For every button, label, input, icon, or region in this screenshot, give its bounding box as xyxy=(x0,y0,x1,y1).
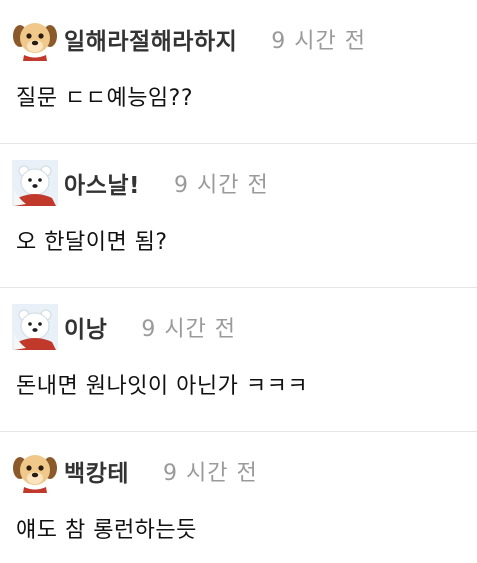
comment-header: 백캉테 9 시간 전 xyxy=(16,432,461,496)
comment-item: 이낭 9 시간 전 돈내면 원나잇이 아닌가 ㅋㅋㅋ xyxy=(0,288,477,432)
comment-header: 일해라절해라하지 9 시간 전 xyxy=(16,0,461,64)
polar-bear-avatar-icon[interactable] xyxy=(12,160,58,206)
comment-timestamp: 9 시간 전 xyxy=(162,461,258,486)
comment-timestamp: 9 시간 전 xyxy=(141,317,237,342)
comment-item: 일해라절해라하지 9 시간 전 질문 ㄷㄷ예능임?? xyxy=(0,0,477,144)
comment-author[interactable]: 아스날! xyxy=(64,166,140,200)
comment-list: 일해라절해라하지 9 시간 전 질문 ㄷㄷ예능임?? 아스날! 9 시간 전 오… xyxy=(0,0,477,563)
comment-item: 백캉테 9 시간 전 얘도 참 롱런하는듯 xyxy=(0,432,477,563)
comment-header: 아스날! 9 시간 전 xyxy=(16,144,461,208)
comment-timestamp: 9 시간 전 xyxy=(173,173,269,198)
puppy-avatar-icon[interactable] xyxy=(12,16,58,62)
puppy-avatar-icon[interactable] xyxy=(12,448,58,494)
comment-author[interactable]: 이낭 xyxy=(64,310,107,344)
comment-text: 얘도 참 롱런하는듯 xyxy=(16,518,197,543)
polar-bear-avatar-icon[interactable] xyxy=(12,304,58,350)
comment-text: 오 한달이면 됨? xyxy=(16,230,168,255)
comment-item: 아스날! 9 시간 전 오 한달이면 됨? xyxy=(0,144,477,288)
comment-author[interactable]: 백캉테 xyxy=(64,454,129,488)
comment-header: 이낭 9 시간 전 xyxy=(16,288,461,352)
comment-timestamp: 9 시간 전 xyxy=(271,29,366,54)
comment-author[interactable]: 일해라절해라하지 xyxy=(64,22,237,56)
comment-text: 질문 ㄷㄷ예능임?? xyxy=(16,86,194,111)
comment-text: 돈내면 원나잇이 아닌가 ㅋㅋㅋ xyxy=(16,374,309,399)
